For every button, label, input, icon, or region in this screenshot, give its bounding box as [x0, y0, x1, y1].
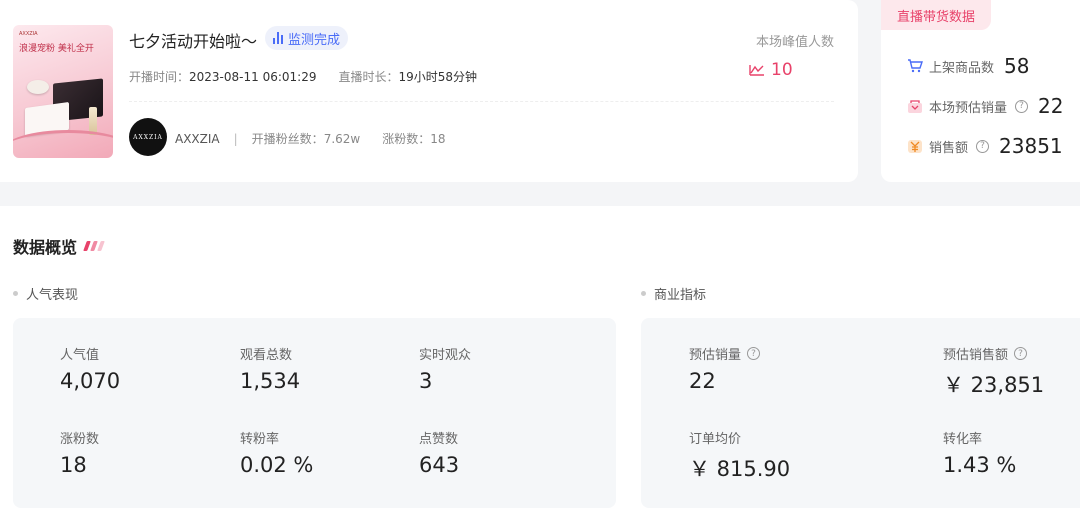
status-text: 监测完成 [288, 32, 341, 48]
side-value: 23851 [999, 134, 1063, 158]
metric-est-sales: 预估销量? 22 [689, 344, 761, 393]
side-label: 销售额 [929, 140, 969, 156]
fans-value: 7.62w [323, 132, 361, 146]
duration-label: 直播时长： [338, 70, 399, 84]
metric-est-revenue: 预估销售额? ￥ 23,851 [943, 347, 1045, 397]
sales-icon [907, 98, 923, 114]
metric-avg-order: 订单均价 ￥ 815.90 [689, 432, 791, 481]
separator: | [233, 132, 238, 146]
anchor-name[interactable]: AXXZIA [175, 132, 220, 146]
popularity-heading: 人气表现 [13, 284, 78, 303]
help-icon[interactable]: ? [747, 347, 761, 360]
avatar[interactable]: AXXZIA [129, 118, 167, 156]
metric-live-viewers: 实时观众 3 [419, 348, 472, 393]
start-time-label: 开播时间： [129, 70, 190, 84]
cart-icon [907, 58, 923, 74]
metric-popularity: 人气值 4,070 [60, 348, 121, 393]
cover-jar [27, 80, 49, 94]
fans-label: 开播粉丝数： [251, 132, 324, 146]
yen-icon [907, 138, 923, 154]
cover-brand: AXXZIA [19, 31, 38, 37]
cover-title: 浪漫宠粉 美礼全开 [19, 44, 94, 54]
side-row-products: 上架商品数 58 [907, 54, 1029, 78]
divider [129, 101, 834, 102]
anchor-info: AXXZIA | 开播粉丝数：7.62w 涨粉数：18 [175, 130, 446, 147]
business-panel: 预估销量? 22 预估销售额? ￥ 23,851 订单均价 ￥ 815.90 转… [641, 318, 1080, 508]
gain-value: 18 [430, 132, 446, 146]
peak-viewers: 10 [749, 60, 793, 80]
help-icon[interactable]: ? [1015, 99, 1029, 113]
side-value: 58 [1004, 54, 1030, 78]
live-meta: 开播时间：2023-08-11 06:01:29 直播时长：19小时58分钟 [129, 68, 477, 85]
duration-value: 19小时58分钟 [398, 70, 478, 84]
metric-fans-gained: 涨粉数 18 [60, 432, 100, 477]
side-label: 上架商品数 [929, 60, 995, 76]
gain-label: 涨粉数： [382, 132, 431, 146]
popularity-panel: 人气值 4,070 观看总数 1,534 实时观众 3 涨粉数 18 转粉率 0… [13, 318, 616, 508]
side-row-sales: 本场预估销量 ? 22 [907, 94, 1063, 118]
bar-chart-icon [273, 32, 283, 44]
cover-ribbon [13, 130, 113, 158]
status-badge: 监测完成 [265, 26, 349, 50]
business-heading: 商业指标 [641, 284, 706, 303]
sales-card: 直播带货数据 上架商品数 58 本场预估销量 ? 22 销售额 ? 23851 [881, 0, 1080, 182]
section-title: 数据概览 [13, 234, 105, 258]
side-label: 本场预估销量 [929, 100, 1008, 116]
peak-viewers-value: 10 [771, 60, 793, 80]
live-title[interactable]: 七夕活动开始啦～ [129, 28, 257, 52]
metric-likes: 点赞数 643 [419, 432, 460, 477]
sales-card-tag: 直播带货数据 [881, 0, 992, 30]
data-overview-section: 数据概览 人气表现 人气值 4,070 观看总数 1,534 实时观众 3 涨粉… [0, 206, 1080, 508]
metric-total-views: 观看总数 1,534 [240, 348, 301, 393]
peak-viewers-label: 本场峰值人数 [755, 35, 834, 50]
side-value: 22 [1038, 94, 1064, 118]
bullet-dot [13, 291, 18, 296]
side-row-revenue: 销售额 ? 23851 [907, 134, 1063, 158]
help-icon[interactable]: ? [1014, 347, 1028, 360]
decor-slashes-icon [83, 241, 105, 251]
live-stream-card: AXXZIA 浪漫宠粉 美礼全开 七夕活动开始啦～ 监测完成 开播时间：2023… [0, 0, 858, 182]
help-icon[interactable]: ? [976, 139, 990, 153]
bullet-dot [641, 291, 646, 296]
trend-icon [749, 65, 764, 76]
live-cover-image[interactable]: AXXZIA 浪漫宠粉 美礼全开 [13, 25, 113, 158]
start-time-value: 2023-08-11 06:01:29 [189, 70, 317, 84]
metric-fan-conversion: 转粉率 0.02 % [240, 432, 314, 477]
metric-conversion-rate: 转化率 1.43 % [943, 432, 1017, 477]
